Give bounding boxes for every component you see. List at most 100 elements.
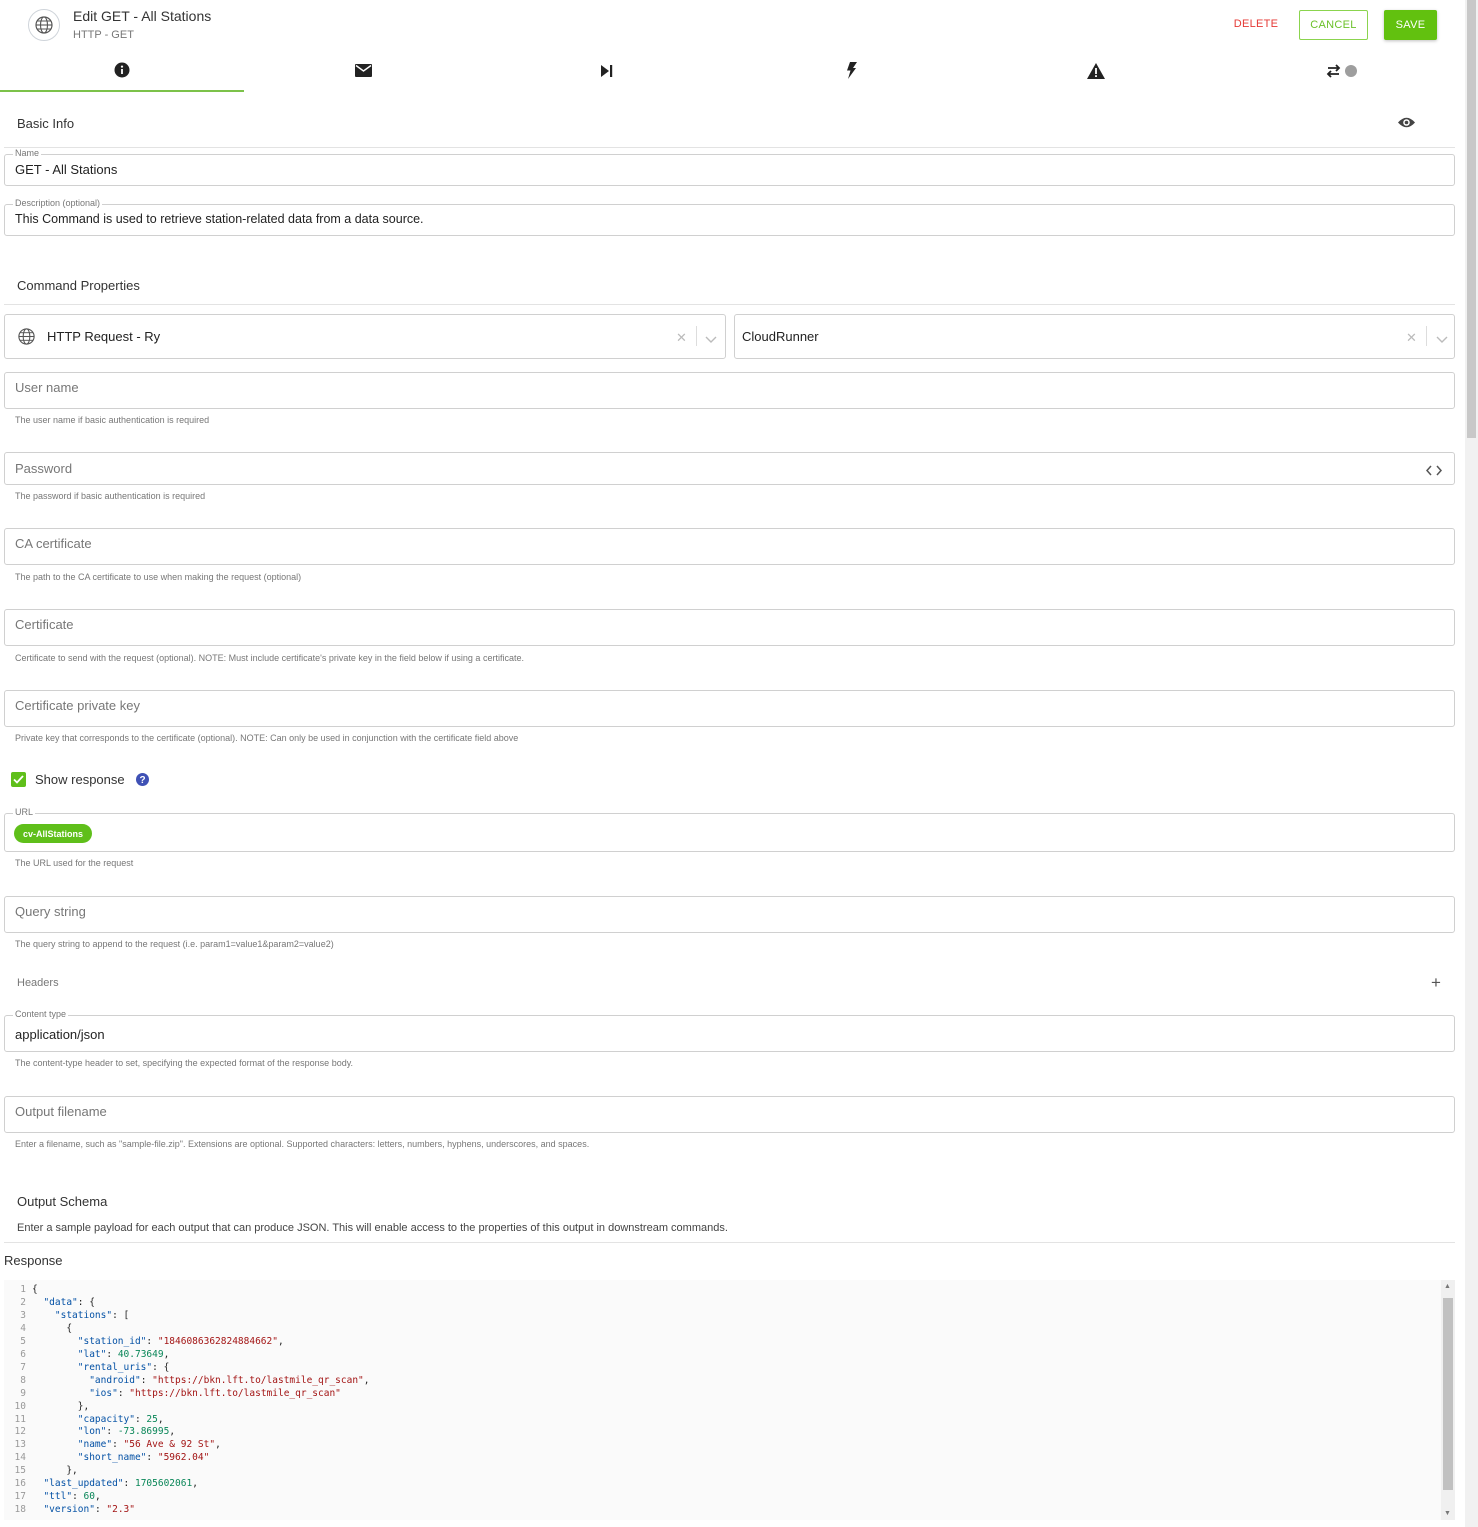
- page-title: Edit GET - All Stations: [73, 8, 212, 24]
- scroll-down-icon[interactable]: ▼: [1444, 1510, 1451, 1517]
- line-number: 18: [14, 1504, 26, 1516]
- scroll-up-icon[interactable]: ▲: [1444, 1283, 1451, 1290]
- skip-next-icon: [601, 64, 613, 82]
- code-line: },: [32, 1465, 78, 1477]
- query-string-help: The query string to append to the reques…: [15, 939, 334, 949]
- basic-info-title: Basic Info: [17, 116, 75, 131]
- password-placeholder: Password: [15, 461, 73, 476]
- code-line: {: [32, 1322, 73, 1334]
- private-key-input[interactable]: [4, 690, 1455, 727]
- chevron-down-icon[interactable]: [1436, 331, 1448, 349]
- line-number: 2: [20, 1296, 26, 1308]
- code-line: {: [32, 1284, 38, 1295]
- editor-scroll-thumb[interactable]: [1443, 1298, 1453, 1490]
- query-string-input[interactable]: [4, 896, 1455, 933]
- password-input[interactable]: [4, 452, 1455, 485]
- username-placeholder: User name: [15, 380, 79, 395]
- content-type-legend: Content type: [13, 1009, 69, 1019]
- line-number: 12: [14, 1426, 26, 1438]
- line-numbers: 1 2 3 4 5 6 7 8 9 10 11 12 13 14 15 16 17 18: [4, 1284, 26, 1517]
- code-line: "station_id": "1846086362824884662",: [77, 1335, 284, 1347]
- certificate-placeholder: Certificate: [15, 617, 74, 632]
- tab-trigger[interactable]: [730, 54, 974, 92]
- info-icon: [114, 62, 130, 83]
- add-header-icon[interactable]: +: [1431, 973, 1441, 993]
- code-line: "capacity": 25,: [77, 1413, 164, 1425]
- code-line: "lat": 40.73649,: [77, 1348, 170, 1360]
- code-line: "name": "56 Ave & 92 St",: [77, 1439, 221, 1451]
- divider: [1426, 326, 1427, 346]
- tab-next[interactable]: [485, 54, 729, 92]
- code-content[interactable]: { "data": { "stations": [ { "station_id"…: [32, 1284, 370, 1517]
- code-line: "lon": -73.86995,: [77, 1426, 176, 1438]
- delete-button[interactable]: DELETE: [1226, 10, 1286, 38]
- output-schema-title: Output Schema: [17, 1194, 108, 1209]
- save-button[interactable]: SAVE: [1384, 10, 1437, 40]
- line-number: 10: [14, 1400, 26, 1412]
- content-type-value: application/json: [15, 1027, 105, 1042]
- divider: [696, 326, 697, 346]
- page-scroll-thumb[interactable]: [1467, 0, 1476, 438]
- output-schema-description: Enter a sample payload for each output t…: [17, 1222, 728, 1234]
- code-toggle-icon[interactable]: [1425, 463, 1443, 481]
- globe-icon: [28, 9, 60, 41]
- url-field[interactable]: [4, 813, 1455, 852]
- help-icon[interactable]: ?: [136, 773, 149, 791]
- code-line: "data": {: [43, 1296, 95, 1308]
- content-type-help: The content-type header to set, specifyi…: [15, 1058, 354, 1068]
- code-line: "last_updated": 1705602061,: [43, 1478, 198, 1490]
- description-legend: Description (optional): [13, 198, 103, 208]
- name-legend: Name: [13, 148, 42, 158]
- line-number: 11: [14, 1413, 26, 1425]
- query-string-placeholder: Query string: [15, 904, 86, 919]
- command-properties-title: Command Properties: [17, 278, 140, 293]
- code-line: "stations": [: [54, 1309, 130, 1321]
- certificate-help: Certificate to send with the request (op…: [15, 653, 524, 663]
- url-legend: URL: [13, 807, 36, 817]
- clear-icon[interactable]: ✕: [676, 330, 687, 346]
- line-number: 3: [20, 1309, 26, 1321]
- runner-select[interactable]: [734, 314, 1455, 359]
- eye-icon[interactable]: [1397, 115, 1416, 135]
- ca-certificate-input[interactable]: [4, 528, 1455, 565]
- clear-icon[interactable]: ✕: [1406, 330, 1417, 346]
- connector-value: HTTP Request - Ry: [47, 329, 161, 344]
- show-response-label: Show response: [35, 772, 125, 787]
- page-subtitle: HTTP - GET: [73, 29, 134, 41]
- line-number: 8: [20, 1374, 26, 1386]
- retry-toggle-icon: [1326, 63, 1358, 84]
- tab-info[interactable]: [0, 54, 244, 92]
- chevron-down-icon[interactable]: [705, 331, 717, 349]
- username-input[interactable]: [4, 372, 1455, 409]
- ca-certificate-placeholder: CA certificate: [15, 536, 92, 551]
- tab-email[interactable]: [241, 54, 485, 92]
- runner-value: CloudRunner: [742, 329, 819, 344]
- tab-warning[interactable]: [974, 54, 1218, 92]
- line-number: 16: [14, 1478, 26, 1490]
- svg-text:?: ?: [139, 775, 145, 786]
- code-line: "ios": "https://bkn.lft.to/lastmile_qr_s…: [89, 1387, 341, 1399]
- tab-retry[interactable]: [1220, 54, 1464, 92]
- line-number: 9: [20, 1387, 26, 1399]
- output-filename-input[interactable]: [4, 1096, 1455, 1133]
- line-number: 6: [20, 1348, 26, 1360]
- bolt-icon: [847, 62, 857, 84]
- code-line: "rental_uris": {: [77, 1361, 170, 1373]
- name-field[interactable]: [4, 154, 1455, 186]
- code-line: "short_name": "5962.04": [77, 1452, 210, 1464]
- code-line: },: [32, 1400, 90, 1412]
- editor-scrollbar[interactable]: ▲ ▼: [1441, 1280, 1455, 1520]
- divider: [4, 304, 1455, 305]
- content-type-field[interactable]: [4, 1015, 1455, 1052]
- response-code-editor[interactable]: 1 2 3 4 5 6 7 8 9 10 11 12 13 14 15 16 17 18 { "data": { …: [4, 1280, 1455, 1520]
- url-variable-chip[interactable]: cv-AllStations: [14, 824, 93, 843]
- cancel-button[interactable]: CANCEL: [1299, 10, 1368, 40]
- response-label: Response: [4, 1253, 63, 1268]
- line-number: 15: [14, 1465, 26, 1477]
- divider: [4, 147, 1455, 148]
- line-number: 13: [14, 1439, 26, 1451]
- name-value: GET - All Stations: [15, 162, 118, 177]
- show-response-checkbox[interactable]: [11, 772, 26, 787]
- line-number: 1: [20, 1284, 26, 1295]
- certificate-input[interactable]: [4, 609, 1455, 646]
